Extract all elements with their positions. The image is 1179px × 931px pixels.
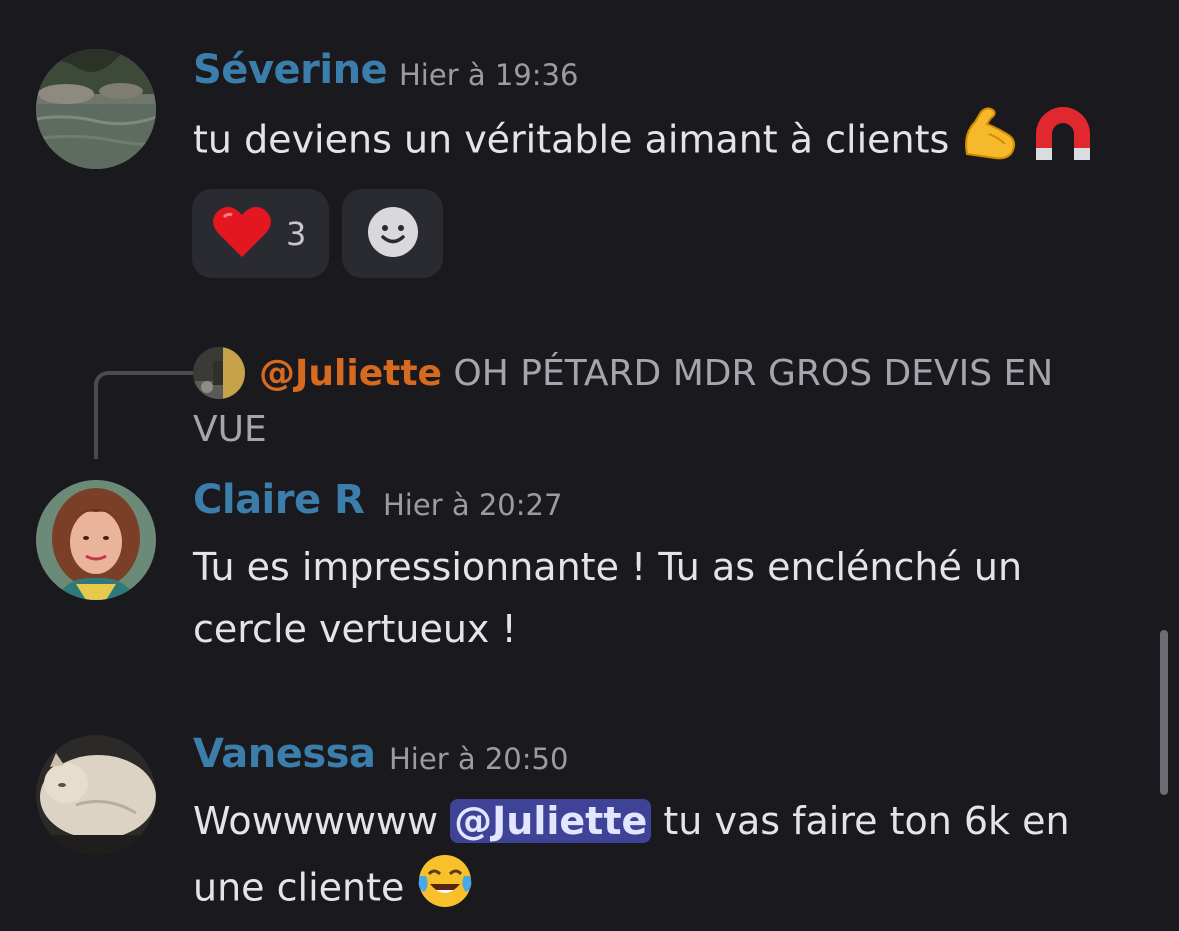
avatar-claire-r[interactable] [36, 480, 156, 600]
message-content-line-2: une cliente [193, 852, 474, 928]
flexed-biceps-icon [961, 104, 1019, 180]
message-text: une cliente [193, 865, 405, 910]
message-content: tu deviens un véritable aimant à clients [193, 104, 1094, 180]
reaction-heart[interactable]: 3 [192, 189, 329, 278]
message-text: tu vas faire ton 6k en [663, 799, 1070, 843]
red-heart-icon [212, 205, 272, 263]
avatar-severine[interactable] [36, 49, 156, 169]
avatar-image [36, 49, 156, 169]
message-content-line-2: cercle vertueux ! [193, 607, 517, 651]
message-timestamp: Hier à 20:27 [383, 488, 563, 522]
user-mention[interactable]: @Juliette [450, 799, 652, 843]
message-author[interactable]: Séverine [193, 47, 388, 93]
reply-avatar[interactable] [193, 347, 245, 399]
message-text: Wowwwwww [193, 799, 439, 843]
scrollbar[interactable] [1160, 630, 1168, 795]
message-timestamp: Hier à 19:36 [399, 58, 579, 92]
message-timestamp: Hier à 20:50 [389, 742, 569, 776]
reply-mention[interactable]: @Juliette [259, 353, 442, 394]
message-content-line-1: Wowwwwww @Juliette tu vas faire ton 6k e… [193, 790, 1070, 852]
magnet-icon [1032, 104, 1094, 180]
reply-connector [94, 371, 194, 459]
message-author[interactable]: Claire R [193, 477, 365, 523]
avatar-image [36, 480, 156, 600]
avatar-vanessa[interactable] [36, 735, 156, 855]
add-reaction-button[interactable] [342, 189, 443, 278]
reaction-count: 3 [286, 214, 307, 253]
smiley-icon [367, 206, 419, 262]
face-with-tears-of-joy-icon [416, 852, 474, 928]
reply-avatar-image [193, 347, 245, 399]
message-content-line-1: Tu es impressionnante ! Tu as enclénché … [193, 545, 1023, 589]
avatar-image [36, 735, 156, 855]
message-text: tu deviens un véritable aimant à clients [193, 117, 950, 162]
chat-message-list: Séverine Hier à 19:36 tu deviens un véri… [0, 0, 1179, 931]
reply-preview[interactable]: @Juliette OH PÉTARD MDR GROS DEVIS EN VU… [193, 346, 1073, 458]
message-author[interactable]: Vanessa [193, 731, 376, 777]
